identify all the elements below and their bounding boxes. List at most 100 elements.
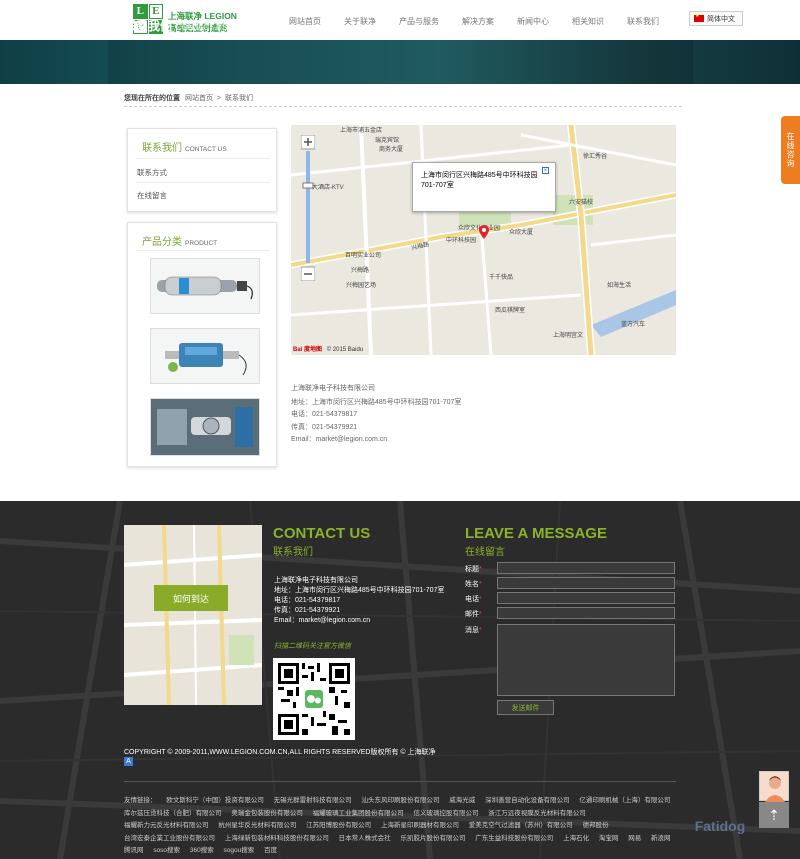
site-footer: 如何到达 CONTACT US 联系我们 上海联净电子科技有限公司 地址：上海市… [0,501,800,859]
friend-link[interactable]: 福耀玻璃工业集团股份有限公司 [313,810,404,817]
friend-link[interactable]: sogou搜索 [224,847,255,854]
friend-link[interactable]: 百度 [264,847,277,854]
friend-link[interactable]: 乐凯胶片股份有限公司 [400,835,465,842]
breadcrumb-separator: > [216,95,221,102]
nav-knowledge[interactable]: 相关知识 [572,16,604,27]
friend-link[interactable]: 上海石化 [563,835,589,842]
nav-home[interactable]: 网站首页 [289,16,321,27]
friend-link[interactable]: 德邦股份 [583,822,609,829]
friend-link[interactable]: 库尔兹压烫科技（合肥）有限公司 [124,810,222,817]
divider [136,250,270,251]
friend-link[interactable]: 信义玻璃控股有限公司 [413,810,478,817]
friend-link[interactable]: 上海绿新包装材料科技股份有限公司 [225,835,329,842]
product-thumbnail[interactable] [150,258,260,314]
sidebar-contact-box: 联系我们 CONTACT US 联系方式 在线留言 [127,128,277,212]
map-label: 商务大厦 [379,147,404,153]
wechat-qr-code [273,658,355,740]
company-name: 上海联净电子科技有限公司 [291,385,375,392]
footer-tel: 电话：021-54379817 [274,597,341,604]
map-label: 瑞克宾馆 [375,138,400,144]
baidu-logo: Bai 度地图 [293,347,323,353]
sidebar-contact-title-cn: 联系我们 [142,143,182,154]
map-zoom-control[interactable] [300,134,316,282]
email-field[interactable] [497,607,675,619]
title-field[interactable] [497,562,675,574]
map-popup-address: 上海市闵行区兴梅路485号中环科技园701-707室 [421,172,538,189]
page-title-en: CONTACT US [176,23,228,32]
friend-link[interactable]: 杭州星华反光材料有限公司 [218,822,296,829]
friend-link[interactable]: 欧文斯科宁（中国）投资有限公司 [166,797,264,804]
friend-link[interactable]: 淘宝网 [599,835,619,842]
wechat-scan-hint: 扫描二维码关注官方微信 [274,643,351,650]
site-header: L E P T 上海联净 LEGION 高端铝业制造商 网站首页 关于联净 产品… [0,0,800,40]
nav-products[interactable]: 产品与服务 [399,16,439,27]
copyright-text: COPYRIGHT © 2009-2011,WWW.LEGION.COM.CN,… [124,749,436,756]
qr-code-icon [278,663,350,735]
watermark-logo: Fatidog [694,818,746,834]
footer-message-subtitle: 在线留言 [465,547,505,558]
friend-link[interactable]: 360搜索 [190,847,214,854]
how-to-arrive-button[interactable]: 如何到达 [154,585,228,611]
breadcrumb-home[interactable]: 网站首页 [185,95,213,102]
friend-link[interactable]: 广东生益科技股份有限公司 [475,835,553,842]
map-label: 上海明宫文 [553,333,584,339]
friend-link[interactable]: 台湾宏泰企業工业股份有限公司 [124,835,215,842]
banner-panel [108,40,693,84]
friend-link[interactable]: 深圳善营自动化设备有限公司 [485,797,570,804]
friend-link[interactable]: 腾讯网 [124,847,144,854]
footer-address: 地址：上海市闵行区兴梅路485号中环科技园701-707室 [274,587,445,594]
page-title-cn: 联系我们 [124,19,173,33]
friend-link[interactable]: 福耀新力元反光材料有限公司 [124,822,209,829]
friend-link[interactable]: 威海光威 [449,797,475,804]
map-marker-icon[interactable] [479,225,489,239]
friend-link[interactable]: 江苏阳博股份有限公司 [306,822,371,829]
friend-link[interactable]: 日本常人株式会社 [339,835,391,842]
friend-links-label: 友情链接： [124,797,157,804]
map-label: 蓝方汽车 [621,322,646,328]
phone-field[interactable] [497,592,675,604]
sidebar-item-contact-info[interactable]: 联系方式 [137,167,167,178]
product-thumbnail[interactable] [150,398,260,456]
required-mark: * [479,627,482,634]
nav-news[interactable]: 新闻中心 [517,16,549,27]
nav-solutions[interactable]: 解决方案 [462,16,494,27]
breadcrumb-label: 您现在所在的位置 [124,95,180,102]
friend-link[interactable]: 网易 [628,835,641,842]
map-label: 百明实业公司 [345,253,382,259]
friend-link[interactable]: 汕头东风印刷股份有限公司 [361,797,439,804]
footer-map[interactable]: 如何到达 [124,525,262,705]
main-nav: 网站首页 关于联净 产品与服务 解决方案 新闻中心 相关知识 联系我们 [283,16,682,27]
product-thumbnail[interactable] [150,328,260,384]
page-title: 联系我们 CONTACT US [124,17,227,34]
online-consult-tab[interactable]: 在线咨询 [781,116,800,184]
send-email-button[interactable]: 发送邮件 [497,700,554,715]
sidebar-product-box: 产品分类 PRODUCT [127,222,277,467]
close-icon[interactable]: × [542,167,549,174]
friend-link[interactable]: 上海新星印刷器材有限公司 [381,822,459,829]
form-label-text: 姓名 [465,581,479,588]
customer-service-avatar[interactable] [759,771,789,802]
map-label: 兴梅园艺场 [346,283,377,289]
friend-link[interactable]: 爱美克空气过滤器（苏州）有限公司 [469,822,573,829]
friend-link[interactable]: 亿通印刷机械（上海）有限公司 [579,797,670,804]
friend-link[interactable]: soso搜索 [153,847,180,854]
company-email: Email：market@legion.com.cn [291,436,388,443]
sidebar-product-title-en: PRODUCT [185,240,218,247]
language-selector[interactable]: 简体中文 [689,11,743,26]
baidu-map[interactable]: 上海市浦五金店 瑞克宾馆 商务大厦 大酒店-KTV 众欣文化产业园 众欣大厦 中… [291,125,676,355]
nav-contact[interactable]: 联系我们 [627,16,659,27]
friend-link[interactable]: 奥瑞金包装股份有限公司 [231,810,303,817]
friend-link[interactable]: 浙江万远夜视膜反光材料有限公司 [488,810,586,817]
map-label: 兴梅路 [351,268,370,274]
friend-link[interactable]: 无锡光群雷射科技有限公司 [274,797,352,804]
message-textarea[interactable] [497,624,675,696]
form-label-text: 电话 [465,596,479,603]
sidebar-item-online-message[interactable]: 在线留言 [137,190,167,201]
required-mark: * [479,596,482,603]
product-tube-image [157,276,253,300]
accessibility-icon[interactable]: A [124,757,133,766]
map-label: 众欣大厦 [509,230,534,236]
nav-about[interactable]: 关于联净 [344,16,376,27]
required-mark: * [479,566,482,573]
name-field[interactable] [497,577,675,589]
